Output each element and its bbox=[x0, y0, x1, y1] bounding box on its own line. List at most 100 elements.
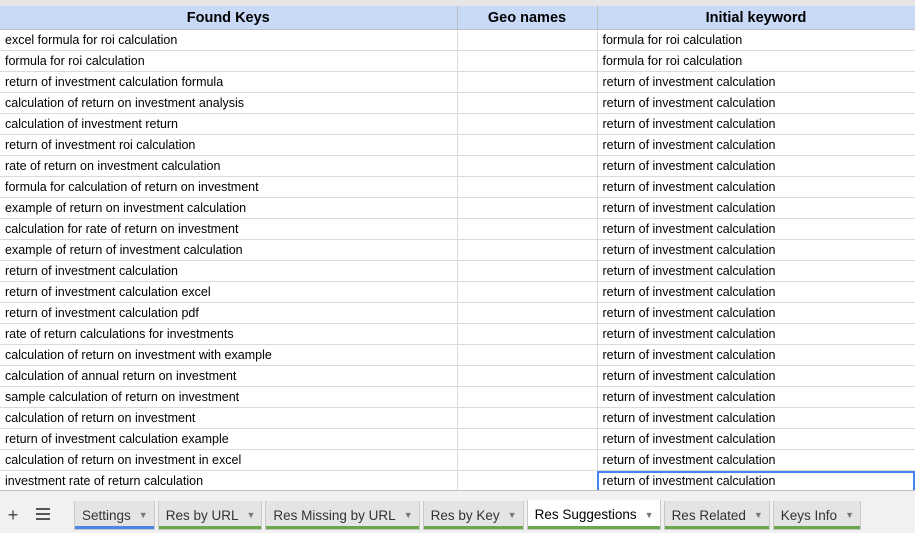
column-header-found-keys[interactable]: Found Keys bbox=[0, 6, 458, 30]
triangle-down-icon[interactable]: ▼ bbox=[139, 510, 148, 520]
add-sheet-button[interactable]: + bbox=[5, 506, 21, 524]
cell-initial-keyword[interactable]: return of investment calculation bbox=[597, 386, 915, 408]
cell-initial-keyword[interactable]: return of investment calculation bbox=[597, 428, 915, 450]
table-row: return of investment calculation example… bbox=[0, 428, 915, 450]
table-row: calculation of return on investment retur… bbox=[0, 407, 915, 429]
cell-found-key[interactable]: calculation of investment return bbox=[0, 113, 458, 135]
cell-geo-name[interactable] bbox=[457, 386, 598, 408]
table-row: calculation of annual return on investme… bbox=[0, 365, 915, 387]
sheet-tab-res-related[interactable]: Res Related ▼ bbox=[663, 501, 770, 530]
cell-geo-name[interactable] bbox=[457, 344, 598, 366]
triangle-down-icon[interactable]: ▼ bbox=[246, 510, 255, 520]
cell-initial-keyword[interactable]: return of investment calculation bbox=[597, 197, 915, 219]
cell-geo-name[interactable] bbox=[457, 197, 598, 219]
sheet-tab-res-missing-by-url[interactable]: Res Missing by URL ▼ bbox=[265, 501, 420, 530]
triangle-down-icon[interactable]: ▼ bbox=[404, 510, 413, 520]
tab-color-indicator bbox=[527, 526, 660, 529]
table-row: calculation of return on investment anal… bbox=[0, 92, 915, 114]
cell-found-key[interactable]: investment rate of return calculation bbox=[0, 470, 458, 490]
cell-found-key[interactable]: calculation of return on investment in e… bbox=[0, 449, 458, 471]
cell-geo-name[interactable] bbox=[457, 50, 598, 72]
sheet-tab-settings[interactable]: Settings ▼ bbox=[74, 501, 155, 530]
sheet-tab-res-by-url[interactable]: Res by URL ▼ bbox=[157, 501, 263, 530]
cell-initial-keyword[interactable]: return of investment calculation bbox=[597, 113, 915, 135]
table-row: calculation of return on investment in e… bbox=[0, 449, 915, 471]
triangle-down-icon[interactable]: ▼ bbox=[845, 510, 854, 520]
cell-initial-keyword[interactable]: return of investment calculation bbox=[597, 344, 915, 366]
table-row: sample calculation of return on investme… bbox=[0, 386, 915, 408]
cell-found-key[interactable]: example of return of investment calculat… bbox=[0, 239, 458, 261]
sheet-tab-bar: + Settings ▼ Res by URL ▼ Res Missing by URL… bbox=[0, 490, 915, 533]
cell-geo-name[interactable] bbox=[457, 155, 598, 177]
cell-geo-name[interactable] bbox=[457, 365, 598, 387]
cell-initial-keyword[interactable]: return of investment calculation bbox=[597, 260, 915, 282]
cell-geo-name[interactable] bbox=[457, 134, 598, 156]
cell-found-key[interactable]: return of investment calculation bbox=[0, 260, 458, 282]
cell-geo-name[interactable] bbox=[457, 449, 598, 471]
cell-geo-name[interactable] bbox=[457, 407, 598, 429]
cell-found-key[interactable]: formula for roi calculation bbox=[0, 50, 458, 72]
table-row: example of return on investment calculat… bbox=[0, 197, 915, 219]
tab-color-indicator bbox=[75, 526, 154, 529]
cell-found-key[interactable]: rate of return on investment calculation bbox=[0, 155, 458, 177]
cell-initial-keyword[interactable]: return of investment calculation bbox=[597, 134, 915, 156]
cell-initial-keyword[interactable]: return of investment calculation bbox=[597, 218, 915, 240]
cell-initial-keyword[interactable]: return of investment calculation bbox=[597, 302, 915, 324]
cell-initial-keyword[interactable]: formula for roi calculation bbox=[597, 29, 915, 51]
cell-found-key[interactable]: calculation of return on investment anal… bbox=[0, 92, 458, 114]
cell-initial-keyword[interactable]: return of investment calculation bbox=[597, 176, 915, 198]
cell-found-key[interactable]: calculation of annual return on investme… bbox=[0, 365, 458, 387]
cell-found-key[interactable]: return of investment calculation formula bbox=[0, 71, 458, 93]
cell-found-key[interactable]: calculation of return on investment with… bbox=[0, 344, 458, 366]
cell-geo-name[interactable] bbox=[457, 302, 598, 324]
cell-geo-name[interactable] bbox=[457, 29, 598, 51]
triangle-down-icon[interactable]: ▼ bbox=[508, 510, 517, 520]
cell-initial-keyword[interactable]: return of investment calculation bbox=[597, 281, 915, 303]
cell-geo-name[interactable] bbox=[457, 71, 598, 93]
cell-found-key[interactable]: return of investment roi calculation bbox=[0, 134, 458, 156]
cell-found-key[interactable]: rate of return calculations for investme… bbox=[0, 323, 458, 345]
cell-initial-keyword[interactable]: return of investment calculation bbox=[597, 407, 915, 429]
tab-color-indicator bbox=[664, 526, 769, 529]
cell-found-key[interactable]: return of investment calculation example bbox=[0, 428, 458, 450]
cell-initial-keyword[interactable]: return of investment calculation bbox=[597, 92, 915, 114]
cell-initial-keyword[interactable]: return of investment calculation bbox=[597, 470, 915, 490]
cell-found-key[interactable]: formula for calculation of return on inv… bbox=[0, 176, 458, 198]
triangle-down-icon[interactable]: ▼ bbox=[754, 510, 763, 520]
sheet-tab-res-by-key[interactable]: Res by Key ▼ bbox=[422, 501, 524, 530]
all-sheets-button[interactable] bbox=[36, 508, 50, 522]
cell-found-key[interactable]: calculation for rate of return on invest… bbox=[0, 218, 458, 240]
cell-geo-name[interactable] bbox=[457, 239, 598, 261]
table-row: return of investment calculation pdf retu… bbox=[0, 302, 915, 324]
cell-initial-keyword[interactable]: return of investment calculation bbox=[597, 449, 915, 471]
cell-geo-name[interactable] bbox=[457, 470, 598, 490]
triangle-down-icon[interactable]: ▼ bbox=[645, 510, 654, 520]
cell-initial-keyword[interactable]: return of investment calculation bbox=[597, 155, 915, 177]
cell-initial-keyword[interactable]: return of investment calculation bbox=[597, 239, 915, 261]
column-header-initial-keyword[interactable]: Initial keyword bbox=[597, 6, 915, 30]
cell-geo-name[interactable] bbox=[457, 218, 598, 240]
cell-found-key[interactable]: return of investment calculation pdf bbox=[0, 302, 458, 324]
cell-geo-name[interactable] bbox=[457, 176, 598, 198]
cell-geo-name[interactable] bbox=[457, 281, 598, 303]
cell-initial-keyword[interactable]: return of investment calculation bbox=[597, 365, 915, 387]
sheet-tab-res-suggestions[interactable]: Res Suggestions ▼ bbox=[526, 500, 661, 530]
cell-found-key[interactable]: sample calculation of return on investme… bbox=[0, 386, 458, 408]
table-row: investment rate of return calculation ret… bbox=[0, 470, 915, 490]
cell-found-key[interactable]: example of return on investment calculat… bbox=[0, 197, 458, 219]
cell-initial-keyword[interactable]: return of investment calculation bbox=[597, 71, 915, 93]
cell-geo-name[interactable] bbox=[457, 113, 598, 135]
cell-found-key[interactable]: excel formula for roi calculation bbox=[0, 29, 458, 51]
cell-geo-name[interactable] bbox=[457, 260, 598, 282]
sheet-tab-keys-info[interactable]: Keys Info ▼ bbox=[772, 501, 861, 530]
cell-geo-name[interactable] bbox=[457, 92, 598, 114]
cell-initial-keyword[interactable]: formula for roi calculation bbox=[597, 50, 915, 72]
tab-color-indicator bbox=[423, 526, 523, 529]
column-header-geo-names[interactable]: Geo names bbox=[457, 6, 598, 30]
cell-initial-keyword[interactable]: return of investment calculation bbox=[597, 323, 915, 345]
cell-found-key[interactable]: return of investment calculation excel bbox=[0, 281, 458, 303]
cell-found-key[interactable]: calculation of return on investment bbox=[0, 407, 458, 429]
cell-geo-name[interactable] bbox=[457, 323, 598, 345]
table-row: rate of return on investment calculation… bbox=[0, 155, 915, 177]
cell-geo-name[interactable] bbox=[457, 428, 598, 450]
